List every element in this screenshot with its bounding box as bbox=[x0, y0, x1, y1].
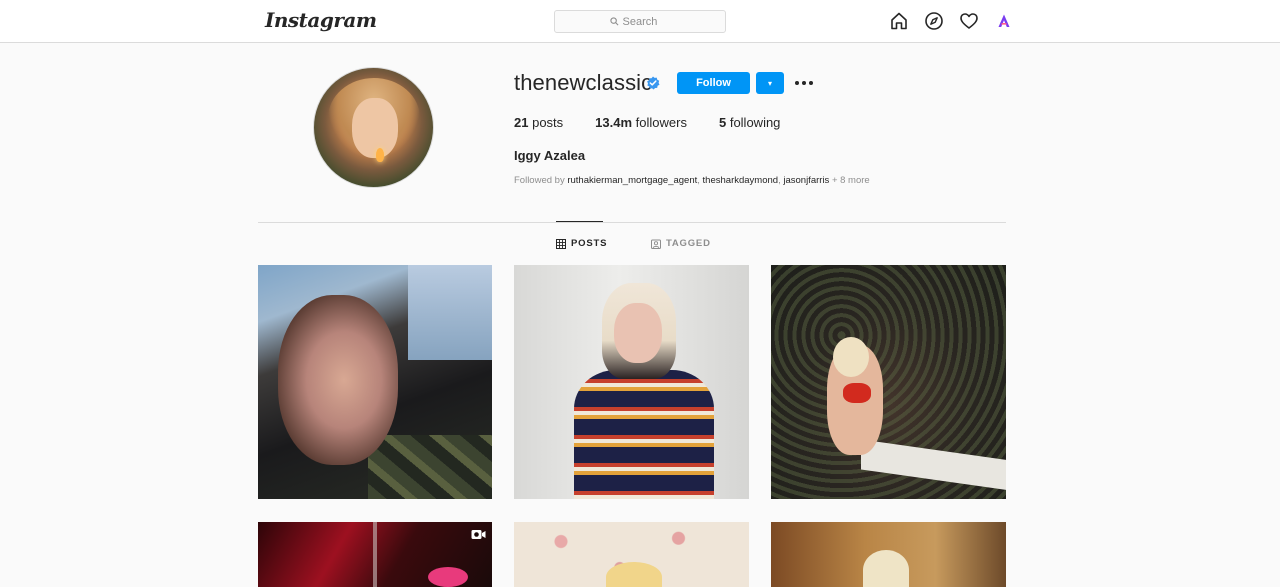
search-icon bbox=[609, 17, 618, 26]
home-icon[interactable] bbox=[889, 11, 909, 31]
post-thumbnail-video[interactable] bbox=[258, 522, 492, 587]
profile-divider bbox=[258, 222, 1006, 223]
search-box[interactable] bbox=[554, 10, 726, 33]
profile-avatar-icon[interactable] bbox=[994, 11, 1014, 31]
suggested-accounts-dropdown-button[interactable]: ▾ bbox=[756, 72, 784, 94]
more-options-button[interactable] bbox=[793, 73, 815, 93]
video-camera-icon bbox=[471, 530, 486, 539]
grid-icon bbox=[556, 238, 566, 249]
follow-button[interactable]: Follow bbox=[677, 72, 750, 94]
profile-avatar[interactable] bbox=[313, 67, 434, 188]
followed-by-text[interactable]: Followed by ruthakierman_mortgage_agent,… bbox=[514, 175, 870, 186]
tab-tagged[interactable]: TAGGED bbox=[651, 238, 711, 249]
chevron-down-icon: ▾ bbox=[767, 78, 772, 88]
explore-icon[interactable] bbox=[924, 11, 944, 31]
followed-by-account[interactable]: thesharkdaymond bbox=[703, 175, 779, 186]
profile-full-name: Iggy Azalea bbox=[514, 148, 586, 163]
tab-posts[interactable]: POSTS bbox=[556, 238, 607, 249]
profile-stats: 21 posts 13.4m followers 5 following bbox=[514, 115, 812, 130]
post-thumbnail[interactable] bbox=[514, 522, 749, 587]
followers-link[interactable]: 13.4m followers bbox=[595, 115, 687, 130]
followed-by-account[interactable]: jasonjfarris bbox=[783, 175, 829, 186]
posts-count: 21 posts bbox=[514, 115, 564, 130]
tagged-icon bbox=[651, 239, 661, 249]
post-thumbnail[interactable] bbox=[514, 265, 749, 499]
top-navigation-bar: Instagram bbox=[0, 0, 1280, 43]
following-link[interactable]: 5 following bbox=[719, 115, 780, 130]
nav-icon-group bbox=[889, 11, 1014, 31]
post-thumbnail[interactable] bbox=[771, 265, 1006, 499]
active-tab-indicator bbox=[556, 221, 603, 222]
activity-heart-icon[interactable] bbox=[959, 11, 979, 31]
search-input[interactable] bbox=[622, 15, 671, 28]
post-thumbnail[interactable] bbox=[771, 522, 1006, 587]
followed-by-account[interactable]: ruthakierman_mortgage_agent bbox=[567, 175, 697, 186]
instagram-logo[interactable]: Instagram bbox=[265, 8, 377, 32]
profile-username: thenewclassic bbox=[514, 70, 653, 95]
post-thumbnail[interactable] bbox=[258, 265, 492, 499]
verified-badge-icon bbox=[647, 76, 660, 90]
